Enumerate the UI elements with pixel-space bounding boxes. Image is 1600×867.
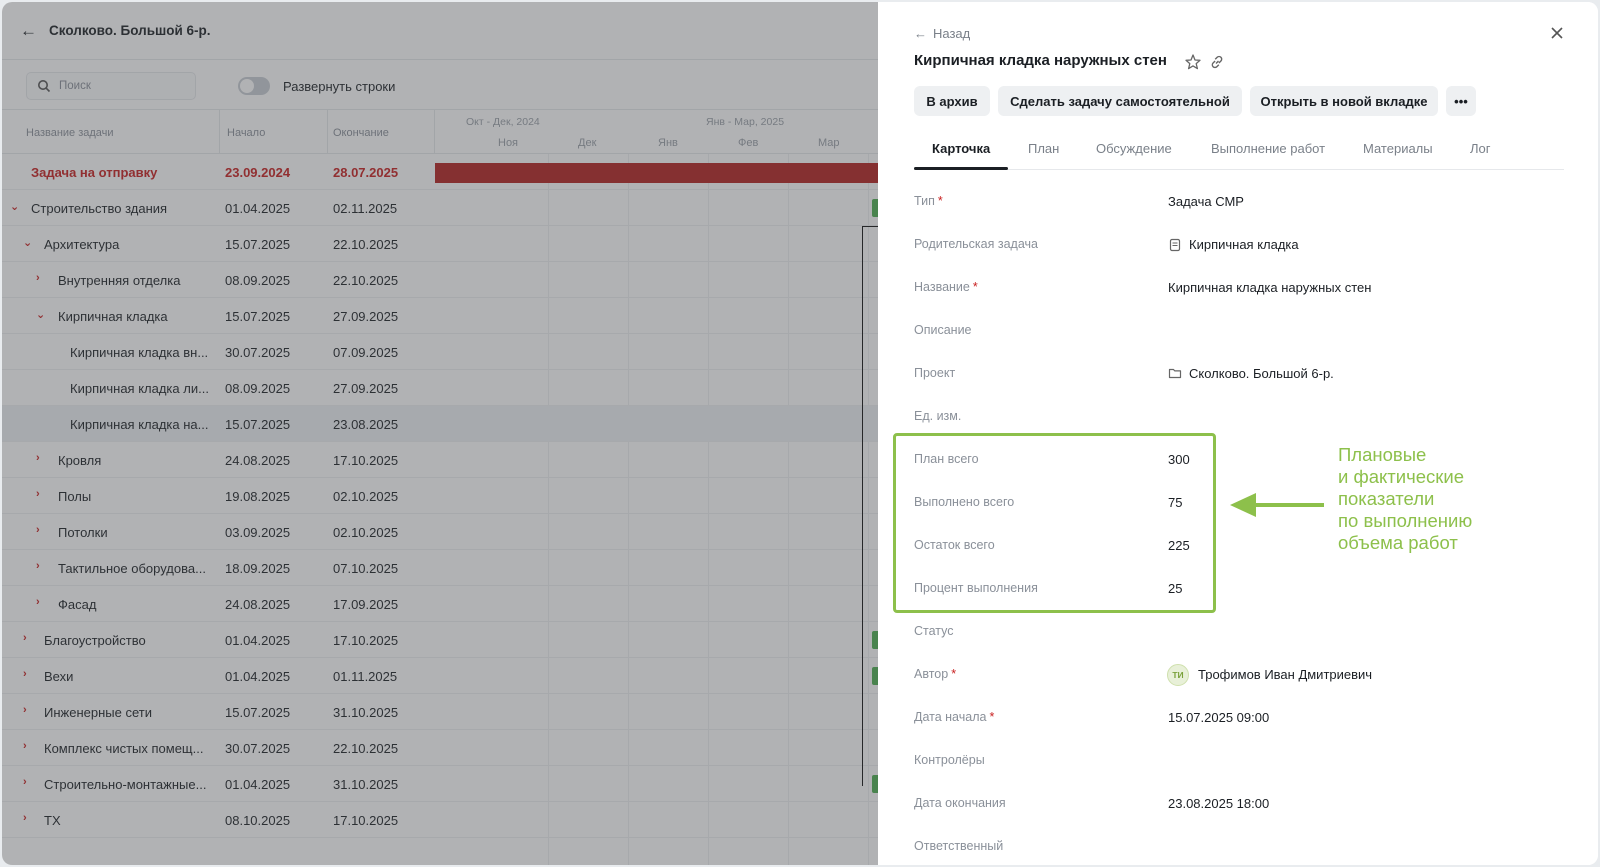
- link-icon[interactable]: [1208, 53, 1226, 71]
- modal-backdrop[interactable]: [2, 2, 878, 865]
- field-label-controllers: Контролёры: [914, 753, 985, 767]
- gantt-view: ← Сколково. Большой 6-р. Поиск Развернут…: [2, 2, 882, 865]
- field-value-type[interactable]: Задача СМР: [1168, 194, 1244, 209]
- field-value-start-date[interactable]: 15.07.2025 09:00: [1168, 710, 1269, 725]
- field-label-description: Описание: [914, 323, 972, 337]
- document-icon: [1169, 238, 1181, 252]
- highlight-box: [893, 433, 1216, 613]
- arrow-left-icon: ←: [914, 26, 927, 41]
- annotation-note: Плановые и фактические показатели по вып…: [1338, 444, 1472, 554]
- tab-materials[interactable]: Материалы: [1363, 141, 1433, 156]
- star-icon[interactable]: [1184, 53, 1202, 71]
- task-detail-panel: ← Назад Кирпичная кладка наружных стен В …: [878, 2, 1598, 865]
- task-title: Кирпичная кладка наружных стен: [914, 52, 1167, 69]
- field-value-end-date[interactable]: 23.08.2025 18:00: [1168, 796, 1269, 811]
- make-independent-button[interactable]: Сделать задачу самостоятельной: [998, 86, 1242, 116]
- avatar: ТИ: [1167, 664, 1189, 686]
- field-label-unit: Ед. изм.: [914, 409, 962, 423]
- app-window: ← Сколково. Большой 6-р. Поиск Развернут…: [2, 2, 1598, 865]
- field-label-name: Название *: [914, 280, 978, 294]
- tab-discussion[interactable]: Обсуждение: [1096, 141, 1172, 156]
- archive-button[interactable]: В архив: [914, 86, 990, 116]
- tab-log[interactable]: Лог: [1470, 141, 1491, 156]
- arrow-left-icon: [1230, 493, 1324, 517]
- field-label-author: Автор *: [914, 667, 957, 681]
- open-new-tab-button[interactable]: Открыть в новой вкладке: [1250, 86, 1438, 116]
- folder-icon: [1168, 368, 1182, 379]
- close-icon[interactable]: [1548, 24, 1566, 42]
- tab-card[interactable]: Карточка: [932, 141, 990, 156]
- field-label-status: Статус: [914, 624, 954, 638]
- field-value-parent[interactable]: Кирпичная кладка: [1189, 237, 1299, 252]
- annotation-line: показатели: [1338, 488, 1435, 509]
- field-label-parent: Родительская задача: [914, 237, 1038, 251]
- field-label-project: Проект: [914, 366, 956, 380]
- field-label-responsible: Ответственный: [914, 839, 1004, 853]
- back-link[interactable]: ← Назад: [914, 26, 970, 41]
- field-value-author[interactable]: Трофимов Иван Дмитриевич: [1198, 667, 1372, 682]
- annotation-line: Плановые: [1338, 444, 1427, 465]
- annotation-line: по выполнению: [1338, 510, 1473, 531]
- annotation-line: и фактические: [1338, 466, 1464, 487]
- annotation-line: объема работ: [1338, 532, 1458, 553]
- field-value-project[interactable]: Сколково. Большой 6-р.: [1189, 366, 1334, 381]
- tab-plan[interactable]: План: [1028, 141, 1059, 156]
- field-value-name[interactable]: Кирпичная кладка наружных стен: [1168, 280, 1371, 295]
- more-button[interactable]: •••: [1446, 86, 1476, 116]
- active-tab-indicator: [914, 167, 1008, 170]
- field-label-type: Тип *: [914, 194, 943, 208]
- tab-work-execution[interactable]: Выполнение работ: [1211, 141, 1325, 156]
- back-label: Назад: [933, 26, 971, 41]
- field-label-end-date: Дата окончания: [914, 796, 1006, 810]
- field-label-start-date: Дата начала *: [914, 710, 995, 724]
